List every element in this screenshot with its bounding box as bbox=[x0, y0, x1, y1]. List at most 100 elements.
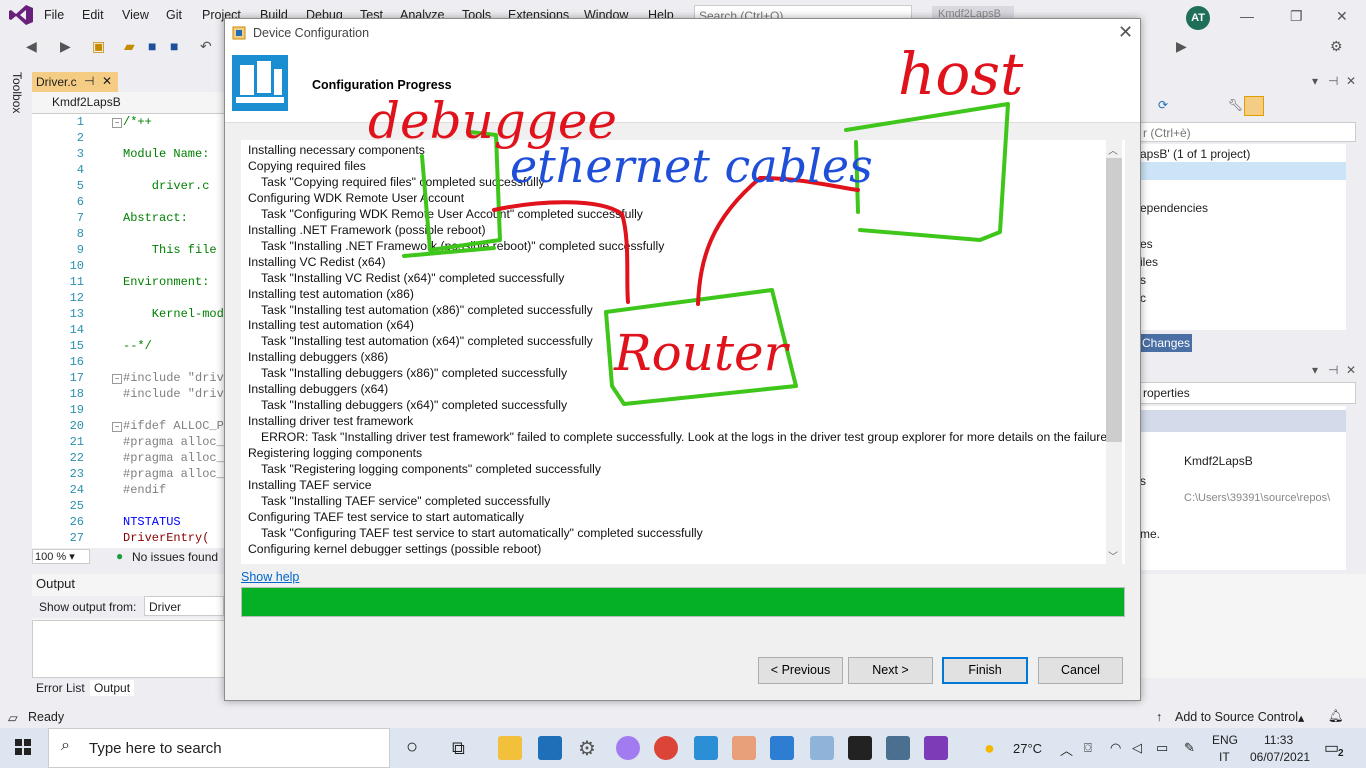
dialog-close-icon[interactable]: ✕ bbox=[1118, 22, 1133, 43]
code-line[interactable]: #pragma alloc_t bbox=[123, 451, 231, 465]
debug-tool-icon[interactable] bbox=[732, 736, 756, 760]
selected-tree-row[interactable] bbox=[1140, 162, 1346, 180]
issues-status[interactable]: No issues found bbox=[132, 550, 218, 564]
volume-icon[interactable]: ◁ bbox=[1132, 740, 1142, 756]
add-to-source-control[interactable]: Add to Source Control bbox=[1175, 710, 1298, 724]
code-line[interactable]: #pragma alloc_t bbox=[123, 435, 231, 449]
code-line[interactable]: #include "drive bbox=[123, 387, 231, 401]
weather-icon[interactable]: ● bbox=[984, 738, 995, 759]
collapse-icon[interactable]: − bbox=[112, 374, 122, 384]
collapse-icon[interactable]: − bbox=[112, 422, 122, 432]
property-value-path[interactable]: C:\Users\39391\source\repos\ bbox=[1184, 492, 1340, 504]
tree-item-dependencies[interactable]: ependencies bbox=[1140, 201, 1208, 215]
run-icon[interactable]: ▶ bbox=[1176, 38, 1187, 55]
tree-item-files[interactable]: iles bbox=[1140, 255, 1158, 269]
property-value-name[interactable]: Kmdf2LapsB bbox=[1184, 454, 1253, 468]
previous-button[interactable]: < Previous bbox=[758, 657, 843, 684]
menu-git[interactable]: Git bbox=[166, 8, 182, 22]
scroll-down-icon[interactable]: ﹀ bbox=[1108, 548, 1118, 563]
close-panel-icon[interactable]: ✕ bbox=[1346, 363, 1356, 377]
dropdown-icon[interactable]: ▾ bbox=[1312, 74, 1318, 88]
sync-icon[interactable]: ⟳ bbox=[1158, 98, 1168, 112]
undo-icon[interactable]: ↶ bbox=[200, 38, 212, 55]
windows-start-icon[interactable] bbox=[0, 728, 46, 768]
notification-icon[interactable]: ▭ bbox=[1324, 738, 1339, 758]
file-explorer-icon[interactable] bbox=[498, 736, 522, 760]
live-share-icon[interactable]: ⚙ bbox=[1330, 38, 1343, 55]
pin-icon[interactable]: ⊣ bbox=[84, 74, 94, 88]
solution-search-input[interactable]: r (Ctrl+è) bbox=[1140, 122, 1356, 142]
toolbox-tab[interactable]: Toolbox bbox=[6, 70, 28, 114]
finish-button[interactable]: Finish bbox=[942, 657, 1028, 684]
show-help-link[interactable]: Show help bbox=[241, 570, 299, 584]
app-w-icon[interactable] bbox=[616, 736, 640, 760]
visual-studio-taskbar-icon[interactable] bbox=[924, 736, 948, 760]
output-text-area[interactable] bbox=[32, 620, 226, 678]
language-secondary[interactable]: IT bbox=[1219, 750, 1230, 764]
visual-studio-logo-icon[interactable] bbox=[8, 4, 34, 26]
app-window-icon[interactable] bbox=[810, 736, 834, 760]
language-primary[interactable]: ENG bbox=[1212, 733, 1238, 747]
cortana-icon[interactable]: ○ bbox=[406, 736, 418, 759]
zoom-dropdown[interactable]: 100 % ▾ bbox=[32, 549, 90, 564]
code-line[interactable]: #include "drive bbox=[123, 371, 231, 385]
mail-icon[interactable] bbox=[538, 736, 562, 760]
code-line[interactable]: /*++ bbox=[123, 115, 152, 129]
code-line[interactable]: --*/ bbox=[123, 339, 152, 353]
menu-view[interactable]: View bbox=[122, 8, 149, 22]
scroll-up-icon[interactable]: ︿ bbox=[1108, 142, 1118, 157]
menu-file[interactable]: File bbox=[44, 8, 64, 22]
editor-tab-driver[interactable]: Driver.c ⊣ ✕ bbox=[32, 72, 118, 92]
forward-icon[interactable]: ▶ bbox=[60, 38, 71, 55]
new-project-icon[interactable]: ▣ bbox=[92, 38, 105, 55]
close-tab-icon[interactable]: ✕ bbox=[102, 74, 112, 88]
code-line[interactable]: Environment: bbox=[123, 275, 209, 289]
code-line[interactable]: DriverEntry( bbox=[123, 531, 209, 545]
maximize-icon[interactable]: ❐ bbox=[1290, 8, 1303, 25]
pin-icon[interactable]: ⊣ bbox=[1328, 74, 1338, 88]
terminal-icon[interactable] bbox=[848, 736, 872, 760]
clock-time[interactable]: 11:33 bbox=[1264, 733, 1293, 747]
close-window-icon[interactable]: ✕ bbox=[1336, 8, 1348, 25]
close-panel-icon[interactable]: ✕ bbox=[1346, 74, 1356, 88]
git-changes-tab[interactable]: Changes bbox=[1140, 334, 1192, 352]
dropdown-icon[interactable]: ▾ bbox=[1312, 363, 1318, 377]
code-line[interactable]: #endif bbox=[123, 483, 166, 497]
caret-up-icon[interactable]: ▴ bbox=[1298, 710, 1304, 725]
user-avatar[interactable]: AT bbox=[1186, 6, 1210, 30]
bell-icon[interactable]: 🔔︎ bbox=[1328, 709, 1344, 724]
code-line[interactable]: Kernel-mode bbox=[123, 307, 231, 321]
tab-error-list[interactable]: Error List bbox=[32, 680, 89, 696]
navigation-bar[interactable]: Kmdf2LapsB bbox=[32, 92, 232, 114]
code-line[interactable]: This file c bbox=[123, 243, 231, 257]
wrench-icon[interactable]: 🔧︎ bbox=[1228, 98, 1243, 112]
save-all-icon[interactable]: ■ bbox=[170, 38, 178, 54]
tab-output[interactable]: Output bbox=[90, 680, 135, 696]
tray-chevron-icon[interactable]: ︿ bbox=[1060, 740, 1073, 759]
pen-icon[interactable]: ✎ bbox=[1184, 740, 1195, 756]
tree-item-headers[interactable]: es bbox=[1140, 237, 1153, 251]
taskbar-search-box[interactable]: ⌕ Type here to search bbox=[48, 728, 390, 768]
code-line[interactable]: Abstract: bbox=[123, 211, 188, 225]
battery-icon[interactable]: ▭ bbox=[1156, 740, 1168, 756]
minimize-icon[interactable]: — bbox=[1240, 8, 1254, 24]
open-folder-icon[interactable]: ▰ bbox=[124, 38, 135, 55]
log-scroll-thumb[interactable] bbox=[1106, 158, 1122, 442]
menu-edit[interactable]: Edit bbox=[82, 8, 104, 22]
task-view-icon[interactable]: ⧉ bbox=[452, 738, 465, 759]
code-line[interactable]: driver.c bbox=[123, 179, 210, 193]
output-source-select[interactable]: Driver bbox=[144, 596, 224, 616]
code-line[interactable]: Module Name: bbox=[123, 147, 209, 161]
code-line[interactable]: NTSTATUS bbox=[123, 515, 181, 529]
code-line[interactable]: #pragma alloc_t bbox=[123, 467, 231, 481]
weather-temp[interactable]: 27°C bbox=[1013, 741, 1042, 756]
powershell-icon[interactable] bbox=[770, 736, 794, 760]
chrome-icon[interactable] bbox=[654, 736, 678, 760]
back-icon[interactable]: ◀ bbox=[26, 38, 37, 55]
preview-toggle-icon[interactable] bbox=[1244, 96, 1264, 116]
properties-object-select[interactable]: roperties bbox=[1140, 382, 1356, 404]
save-icon[interactable]: ■ bbox=[148, 38, 156, 54]
tray-app-icon[interactable]: ⌼ bbox=[1084, 740, 1092, 756]
cancel-button[interactable]: Cancel bbox=[1038, 657, 1123, 684]
settings-icon[interactable]: ⚙ bbox=[578, 736, 596, 761]
